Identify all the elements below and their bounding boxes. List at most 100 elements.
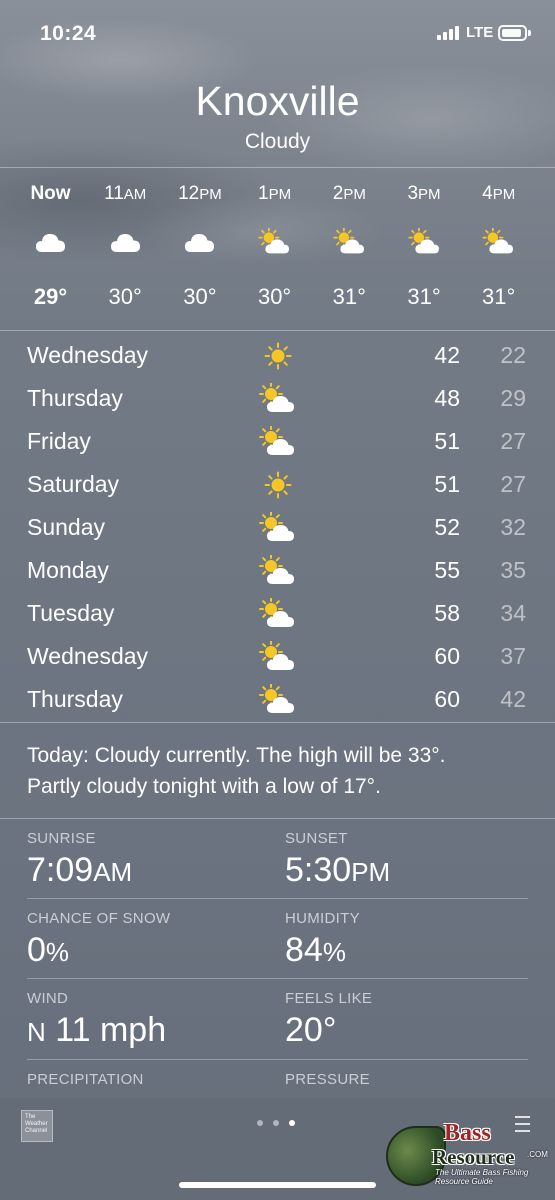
daily-row: Wednesday 42 22	[0, 335, 555, 378]
feels-like-value: 20°	[285, 1011, 337, 1049]
day-low: 34	[500, 600, 526, 626]
sunset-label: SUNSET	[285, 830, 348, 847]
wind-label: WIND	[27, 990, 69, 1007]
day-name: Friday	[27, 428, 91, 454]
sunrise-cell: SUNRISE 7:09AM	[27, 830, 132, 890]
day-low: 37	[500, 643, 526, 669]
daily-row: Monday 55 35	[0, 550, 555, 593]
hour-temp: 31°	[332, 284, 366, 309]
page-indicator[interactable]	[257, 1120, 301, 1128]
day-name: Wednesday	[27, 643, 149, 669]
sunrise-label: SUNRISE	[27, 830, 96, 847]
cloud-icon	[183, 228, 217, 256]
hourly-forecast[interactable]: Now 29° 11AM 30° 12PM 30° 1PM 30° 2PM 31° 3PM 31° 4P…	[0, 168, 555, 330]
day-high: 48	[434, 385, 460, 411]
hour-temp: 30°	[183, 284, 217, 309]
city-name: Knoxville	[195, 78, 360, 124]
precipitation-label: PRECIPITATION	[27, 1071, 144, 1088]
summary-line: Today: Cloudy currently. The high will b…	[27, 744, 446, 767]
cloud-icon	[109, 228, 143, 256]
watermark-domain: .COM	[527, 1150, 548, 1159]
daily-row: Wednesday 60 37	[0, 636, 555, 679]
current-condition: Cloudy	[244, 130, 311, 153]
day-name: Monday	[27, 557, 109, 583]
feels-like-cell: FEELS LIKE 20°	[285, 990, 372, 1050]
page-dot-active[interactable]	[289, 1120, 295, 1126]
day-low: 35	[500, 557, 526, 583]
precipitation-cell: PRECIPITATION	[27, 1071, 144, 1088]
divider	[27, 898, 528, 899]
day-high: 51	[434, 471, 460, 497]
bass-resource-watermark: Bass Resource .COM The Ultimate Bass Fis…	[382, 1118, 552, 1190]
hour-label: 11AM	[104, 183, 147, 204]
daily-row: Thursday 60 42	[0, 679, 555, 722]
sun-icon	[259, 340, 297, 372]
divider	[27, 978, 528, 979]
day-name: Thursday	[27, 385, 123, 411]
page-dot[interactable]	[257, 1120, 263, 1126]
day-high: 60	[434, 643, 460, 669]
day-low: 42	[500, 686, 526, 712]
humidity-label: HUMIDITY	[285, 910, 360, 927]
daily-row: Sunday 52 32	[0, 507, 555, 550]
day-low: 32	[500, 514, 526, 540]
sunrise-value: 7:09AM	[27, 851, 133, 889]
partly-sunny-icon	[259, 597, 297, 630]
feels-like-label: FEELS LIKE	[285, 990, 373, 1007]
page-dot[interactable]	[273, 1120, 279, 1126]
partly-sunny-icon	[333, 227, 367, 256]
partly-sunny-icon	[259, 554, 297, 587]
day-name: Saturday	[27, 471, 120, 497]
daily-row: Tuesday 58 34	[0, 593, 555, 636]
divider	[0, 818, 555, 819]
hour-temp: 30°	[257, 284, 292, 309]
hour-temp: 31°	[482, 284, 516, 309]
pressure-cell: PRESSURE	[285, 1071, 370, 1088]
sunset-cell: SUNSET 5:30PM	[285, 830, 390, 890]
watermark-tagline: The Ultimate Bass Fishing Resource Guide	[435, 1168, 529, 1186]
hour-label: 4PM	[482, 183, 516, 204]
partly-sunny-icon	[259, 683, 297, 716]
day-high: 52	[434, 514, 460, 540]
partly-sunny-icon	[259, 640, 297, 673]
hour-label: 12PM	[178, 183, 222, 204]
day-name: Sunday	[27, 514, 106, 540]
battery-icon	[498, 25, 531, 41]
sunset-value: 5:30PM	[285, 851, 391, 889]
humidity-cell: HUMIDITY 84%	[285, 910, 360, 970]
hour-temp: 31°	[407, 284, 441, 309]
daily-row: Thursday 48 29	[0, 378, 555, 421]
day-high: 60	[434, 686, 460, 712]
snow-chance-label: CHANCE OF SNOW	[27, 910, 171, 927]
daily-row: Saturday 51 27	[0, 464, 555, 507]
weather-channel-logo[interactable]: The Weather Channel	[21, 1110, 53, 1142]
daily-row: Friday 51 27	[0, 421, 555, 464]
hour-label: 1PM	[258, 183, 292, 204]
snow-chance-cell: CHANCE OF SNOW 0%	[27, 910, 170, 970]
day-low: 27	[500, 471, 526, 497]
day-low: 22	[500, 342, 526, 368]
hour-temp: 29°	[33, 284, 68, 309]
divider	[27, 1059, 528, 1060]
today-summary: Today: Cloudy currently. The high will b…	[27, 740, 537, 802]
day-low: 29	[500, 385, 526, 411]
status-time: 10:24	[40, 22, 97, 45]
partly-sunny-icon	[407, 227, 442, 256]
partly-sunny-icon	[259, 511, 297, 544]
pressure-label: PRESSURE	[285, 1071, 370, 1088]
partly-sunny-icon	[259, 382, 297, 415]
network-type: LTE	[466, 24, 494, 41]
day-name: Tuesday	[27, 600, 115, 626]
partly-sunny-icon	[258, 227, 292, 256]
humidity-value: 84%	[285, 931, 346, 969]
home-indicator[interactable]	[179, 1182, 376, 1188]
signal-icon	[437, 26, 463, 40]
day-name: Wednesday	[27, 342, 149, 368]
summary-line: Partly cloudy tonight with a low of 17°.	[27, 775, 381, 798]
divider	[0, 722, 555, 723]
partly-sunny-icon	[259, 425, 297, 458]
hour-temp: 30°	[108, 284, 142, 309]
snow-chance-value: 0%	[27, 931, 70, 969]
day-high: 42	[434, 342, 460, 368]
day-low: 27	[500, 428, 526, 454]
